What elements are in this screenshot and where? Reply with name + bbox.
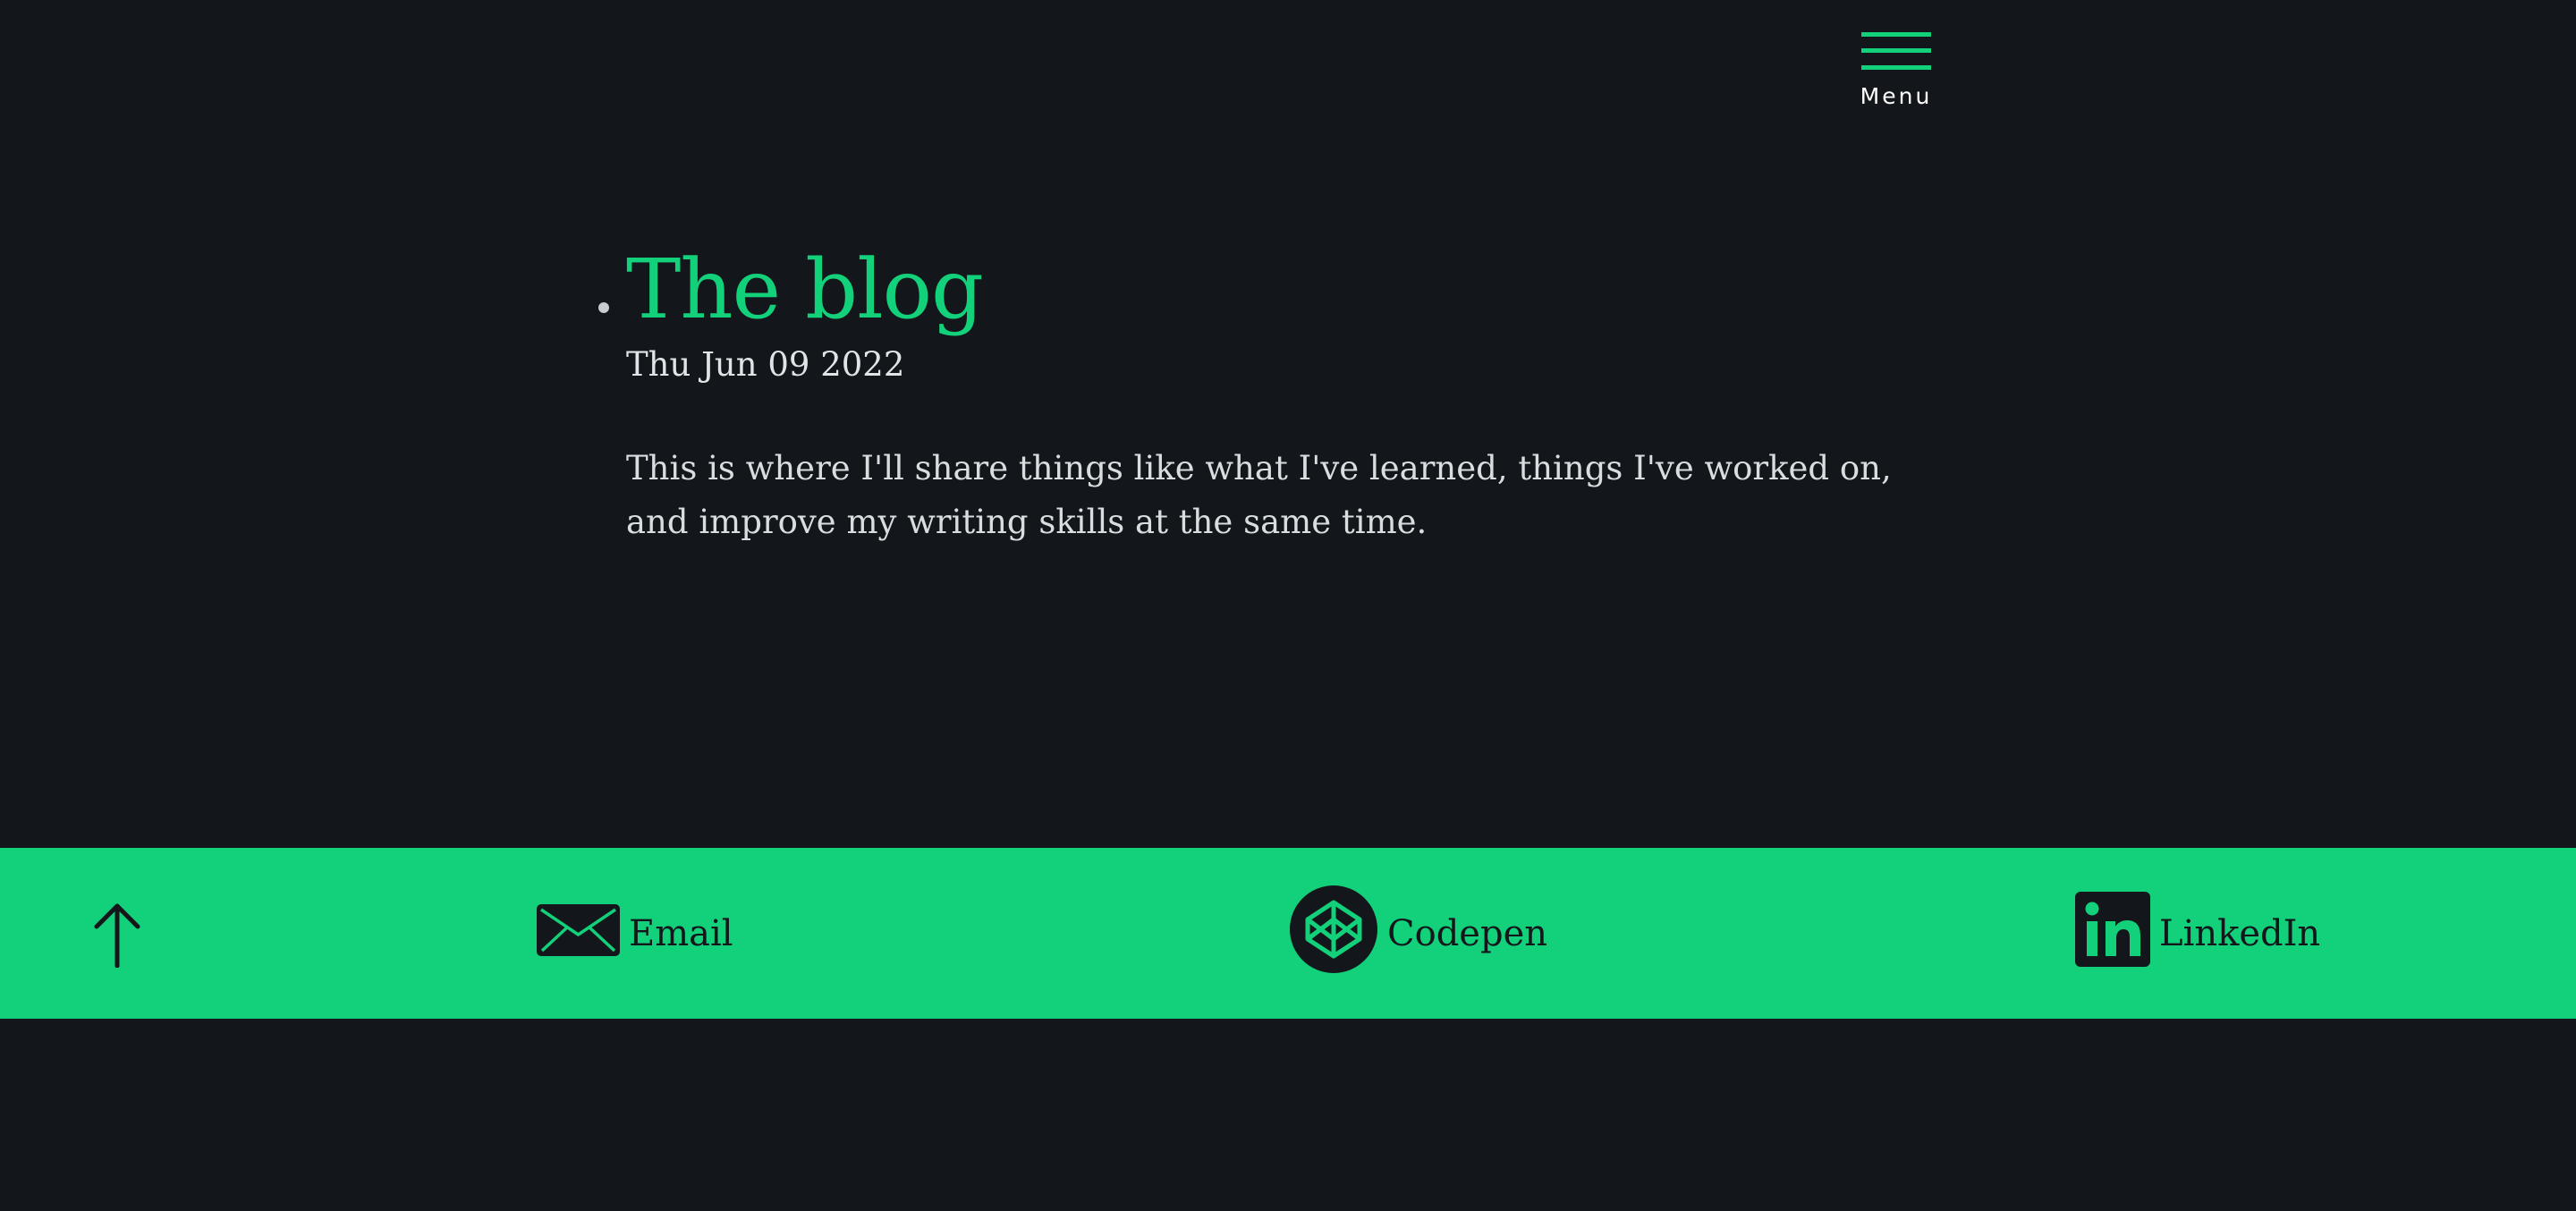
menu-button[interactable]: Menu (1859, 30, 1934, 113)
footer-link-label: LinkedIn (2159, 913, 2321, 954)
post-excerpt: This is where I'll share things like wha… (626, 449, 1892, 541)
footer-bar: Email Codepen LinkedIn (0, 848, 2576, 1019)
back-to-top-button[interactable] (93, 903, 141, 969)
post-date: Thu Jun 09 2022 (626, 345, 905, 384)
hamburger-icon (1861, 32, 1931, 73)
codepen-icon (1289, 885, 1378, 983)
envelope-icon (537, 902, 620, 965)
footer-link-codepen[interactable]: Codepen (1289, 885, 1548, 978)
arrow-up-icon (94, 903, 140, 969)
post-title-link[interactable]: The blog (626, 240, 984, 340)
linkedin-icon (2075, 892, 2150, 976)
blog-post-item: The blog Thu Jun 09 2022 This is where I… (598, 240, 1932, 582)
footer-link-linkedin[interactable]: LinkedIn (2075, 889, 2320, 978)
footer-link-email[interactable]: Email (537, 889, 733, 978)
footer-link-label: Email (629, 913, 733, 954)
footer-link-label: Codepen (1387, 913, 1548, 954)
menu-label: Menu (1860, 83, 1933, 109)
list-bullet (598, 302, 609, 313)
